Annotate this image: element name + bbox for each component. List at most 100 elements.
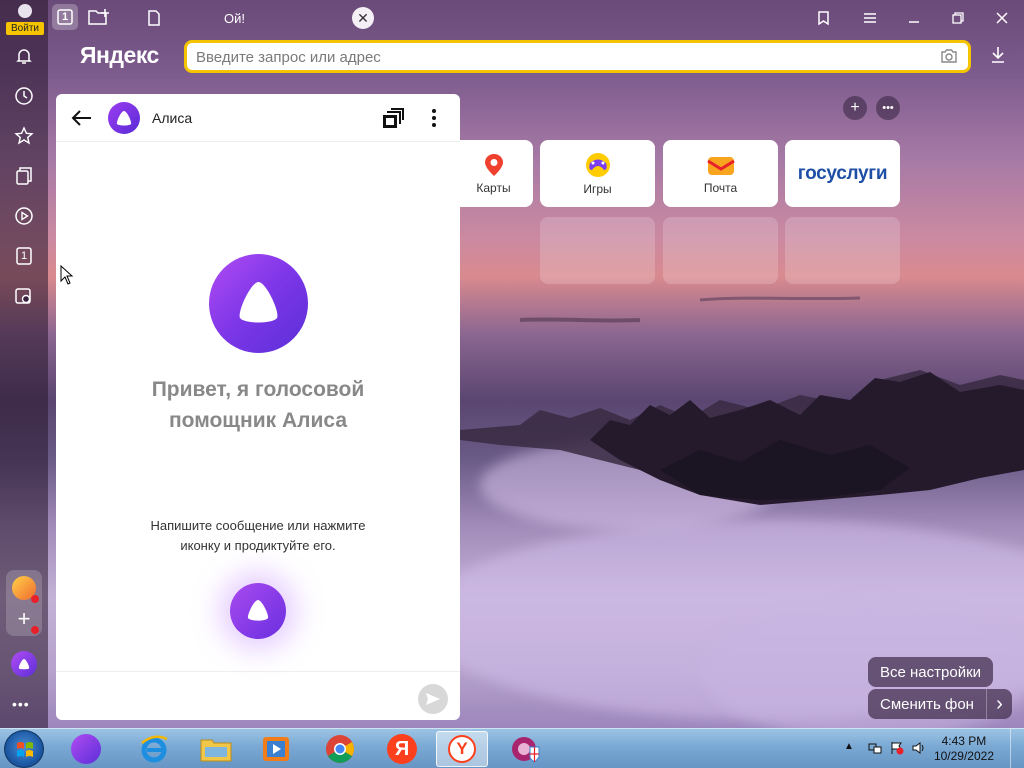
- more-sidebar-button[interactable]: •••: [12, 696, 30, 712]
- bell-icon: [16, 49, 32, 64]
- yandex-red-icon: Я: [387, 734, 417, 764]
- hint-line: иконку и продиктуйте его.: [180, 538, 336, 553]
- all-settings-button[interactable]: Все настройки: [868, 657, 994, 687]
- history-icon: [15, 87, 33, 105]
- close-icon: [996, 12, 1008, 24]
- bookmarks-icon: [818, 11, 829, 26]
- add-tile-button[interactable]: +: [843, 96, 867, 120]
- tray-expand-button[interactable]: ▲: [844, 741, 854, 752]
- mail-app-button[interactable]: [12, 576, 39, 603]
- clock-date: 10/29/2022: [933, 749, 994, 763]
- file-explorer-icon: [200, 739, 232, 762]
- ie-shield-icon: [512, 737, 540, 763]
- tile-empty[interactable]: [663, 217, 778, 284]
- clock[interactable]: 4:43 PM 10/29/2022: [934, 734, 994, 764]
- notification-dot: [31, 626, 39, 634]
- tab-title[interactable]: Ой!: [224, 11, 245, 26]
- alice-icon: [247, 600, 269, 621]
- minimize-icon: [909, 21, 919, 23]
- alice-panel: Алиса Привет, я голосовой помощник Алиса…: [56, 94, 460, 720]
- sidebar: Войти 1 + •••: [0, 0, 48, 728]
- back-button[interactable]: [70, 106, 94, 135]
- notifications-button[interactable]: [10, 42, 38, 70]
- alice-sidebar-button[interactable]: [11, 651, 37, 677]
- collections-button[interactable]: [10, 162, 38, 190]
- change-background-label: Сменить фон: [880, 695, 974, 713]
- taskbar-alice[interactable]: [60, 731, 112, 767]
- flag-alert-icon: [891, 742, 904, 755]
- login-button[interactable]: Войти: [6, 3, 44, 35]
- download-icon: [992, 47, 1004, 63]
- tray-volume-icon[interactable]: [912, 741, 926, 760]
- show-desktop-button[interactable]: [1010, 729, 1024, 768]
- alice-panel-header: Алиса: [56, 94, 460, 142]
- screenshot-button[interactable]: [10, 282, 38, 310]
- tab-page-icon: [148, 10, 160, 31]
- network-icon: [868, 743, 882, 754]
- alice-message-input[interactable]: [70, 686, 400, 706]
- history-button[interactable]: [10, 82, 38, 110]
- restore-button[interactable]: [936, 0, 980, 36]
- tile-empty[interactable]: [540, 217, 655, 284]
- alice-icon: [116, 111, 132, 126]
- tile-label: Карты: [476, 180, 511, 195]
- new-tab-button[interactable]: [88, 8, 110, 31]
- alice-icon: [71, 734, 101, 764]
- bookmarks-sidebar-button[interactable]: [10, 122, 38, 150]
- tile-gosuslugi[interactable]: госуслуги: [785, 140, 900, 207]
- tile-games[interactable]: Игры: [540, 140, 655, 207]
- address-bar[interactable]: [184, 40, 971, 73]
- avatar: [18, 4, 32, 18]
- star-icon: [14, 126, 34, 145]
- downloads-button[interactable]: [990, 46, 1006, 69]
- taskbar-yandex[interactable]: Я: [376, 731, 428, 767]
- tray-action-center-icon[interactable]: [890, 741, 904, 760]
- yandex-browser-icon: Y: [448, 735, 476, 763]
- tile-mail[interactable]: Почта: [663, 140, 778, 207]
- taskbar-security-app[interactable]: [500, 731, 552, 767]
- yandex-logo[interactable]: Яндекс: [80, 42, 159, 69]
- add-app-button[interactable]: +: [12, 608, 39, 634]
- tab-home-button[interactable]: 1: [52, 4, 78, 30]
- cards-stack-icon: [383, 108, 404, 128]
- mail-icon: [31, 595, 39, 603]
- tab-close-button[interactable]: ✕: [352, 7, 374, 29]
- taskbar-file-explorer[interactable]: [190, 731, 242, 767]
- alice-devices-button[interactable]: [380, 106, 406, 135]
- tiles-more-button[interactable]: •••: [876, 96, 900, 120]
- alice-panel-title: Алиса: [152, 110, 193, 126]
- play-icon: [15, 207, 33, 225]
- alice-message-area: [56, 671, 460, 720]
- close-icon: ✕: [357, 9, 369, 26]
- change-background-button[interactable]: Сменить фон ›: [868, 689, 1012, 719]
- taskbar-yandex-browser[interactable]: Y: [436, 731, 488, 767]
- taskbar-media-player[interactable]: [250, 731, 302, 767]
- screenshot-icon: [15, 288, 31, 304]
- windows-logo-icon: [17, 742, 33, 757]
- tabs-counter-button[interactable]: 1: [10, 242, 38, 270]
- tile-empty[interactable]: [785, 217, 900, 284]
- close-window-button[interactable]: [980, 0, 1024, 36]
- search-input[interactable]: [196, 47, 916, 67]
- login-label: Войти: [6, 22, 44, 35]
- tab-counter-label: 1: [61, 11, 69, 23]
- hamburger-icon: [864, 13, 876, 23]
- bookmarks-button[interactable]: [816, 10, 832, 31]
- send-button[interactable]: [418, 684, 448, 714]
- alice-voice-button[interactable]: [230, 583, 286, 639]
- greeting-line: Привет, я голосовой: [151, 378, 365, 401]
- taskbar-internet-explorer[interactable]: [128, 731, 180, 767]
- taskbar-chrome[interactable]: [314, 731, 366, 767]
- image-search-button[interactable]: [940, 48, 958, 69]
- alice-menu-button[interactable]: [430, 108, 438, 133]
- minimize-button[interactable]: [892, 0, 936, 36]
- chevron-right-icon[interactable]: ›: [985, 689, 1012, 719]
- start-button[interactable]: [4, 730, 44, 768]
- menu-button[interactable]: [848, 0, 892, 36]
- tabs-counter-label: 1: [20, 250, 28, 262]
- tile-label: Почта: [703, 180, 738, 195]
- tray-network-icon[interactable]: [868, 741, 882, 760]
- greeting-line: помощник Алиса: [168, 409, 347, 432]
- mouse-cursor-icon: [60, 265, 74, 285]
- video-button[interactable]: [10, 202, 38, 230]
